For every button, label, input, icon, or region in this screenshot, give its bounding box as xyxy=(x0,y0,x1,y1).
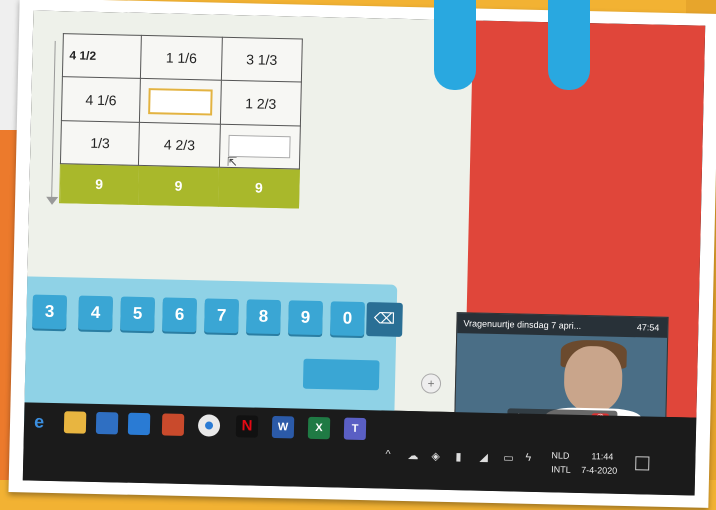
video-call-time: 47:54 xyxy=(636,322,660,333)
language-indicator[interactable]: NLD xyxy=(551,450,569,460)
key-0[interactable]: 0 xyxy=(330,301,365,337)
laptop-screen: 4 1/2 1 1/6 3 1/3 4 1/6 1 2/3 1/3 4 2/3 … xyxy=(22,10,706,496)
enter-button[interactable] xyxy=(302,358,380,391)
grid-cell: 4 1/2 xyxy=(62,33,142,79)
sum-row: 9 9 9 xyxy=(59,163,300,209)
chrome-icon[interactable] xyxy=(197,414,221,437)
grid-row: 4 1/6 1 2/3 xyxy=(61,76,302,126)
onedrive-icon[interactable]: ☁ xyxy=(407,449,418,462)
keyboard-layout[interactable]: INTL xyxy=(551,464,571,474)
microphone-tray-icon[interactable]: ▮ xyxy=(455,450,461,463)
edge-icon[interactable]: e xyxy=(28,410,50,432)
sum-cell: 9 xyxy=(137,165,220,207)
video-call-title: Vragenuurtje dinsdag 7 apri... xyxy=(463,318,582,331)
windows-taskbar: e N W X T ^ ☁ ◈ ▮ ◢ ▭ ϟ NLD INTL 11:44 7… xyxy=(22,402,697,496)
display-icon[interactable]: ▭ xyxy=(503,451,514,464)
network-icon[interactable]: ◈ xyxy=(431,450,440,463)
powerpoint-icon[interactable] xyxy=(161,413,185,436)
grid-cell-active[interactable] xyxy=(139,78,222,124)
power-icon[interactable]: ϟ xyxy=(525,452,531,464)
sum-cell: 9 xyxy=(218,167,300,209)
grid-row: 1/3 4 2/3 xyxy=(60,120,301,170)
outlook-icon[interactable] xyxy=(127,412,151,436)
teams-icon[interactable]: T xyxy=(343,417,367,441)
sum-cell: 9 xyxy=(59,163,139,205)
key-7[interactable]: 7 xyxy=(204,298,239,334)
key-5[interactable]: 5 xyxy=(120,296,155,332)
grid-cell: 1 1/6 xyxy=(140,35,223,81)
grid-cell: 1 2/3 xyxy=(220,80,302,126)
grid-row: 4 1/2 1 1/6 3 1/3 xyxy=(62,33,303,83)
photo-frame: 4 1/2 1 1/6 3 1/3 4 1/6 1 2/3 1/3 4 2/3 … xyxy=(8,0,716,508)
excel-icon[interactable]: X xyxy=(307,416,331,440)
grid-cell: 3 1/3 xyxy=(221,37,303,83)
mouse-cursor-icon: ⇱ xyxy=(226,154,238,170)
store-icon[interactable] xyxy=(95,411,119,435)
headphone-right-icon xyxy=(548,0,590,90)
magic-square-grid: 4 1/2 1 1/6 3 1/3 4 1/6 1 2/3 1/3 4 2/3 … xyxy=(59,33,303,209)
answer-input-empty[interactable] xyxy=(228,134,292,159)
notifications-icon[interactable] xyxy=(635,456,650,471)
word-icon[interactable]: W xyxy=(271,415,295,439)
clock-date[interactable]: 7-4-2020 xyxy=(581,465,617,476)
key-8[interactable]: 8 xyxy=(246,299,281,335)
participant-face xyxy=(563,345,623,413)
netflix-icon[interactable]: N xyxy=(235,415,259,438)
backspace-button[interactable]: ⌫ xyxy=(366,302,403,337)
grid-cell: 1/3 xyxy=(60,120,140,166)
grid-cell: 4 2/3 xyxy=(138,122,221,168)
key-6[interactable]: 6 xyxy=(162,297,197,333)
grid-cell: 4 1/6 xyxy=(61,76,141,123)
clock-time[interactable]: 11:44 xyxy=(591,451,613,461)
key-9[interactable]: 9 xyxy=(288,300,323,336)
chevron-up-icon[interactable]: ^ xyxy=(385,449,390,461)
arrow-down-icon xyxy=(46,196,59,206)
wifi-icon[interactable]: ◢ xyxy=(479,451,488,464)
key-4[interactable]: 4 xyxy=(78,295,113,331)
video-call-titlebar: Vragenuurtje dinsdag 7 apri... 47:54 xyxy=(457,313,668,338)
key-3[interactable]: 3 xyxy=(32,294,67,330)
answer-input[interactable] xyxy=(148,87,213,116)
file-explorer-icon[interactable] xyxy=(63,411,87,434)
headphone-left-icon xyxy=(434,0,476,90)
